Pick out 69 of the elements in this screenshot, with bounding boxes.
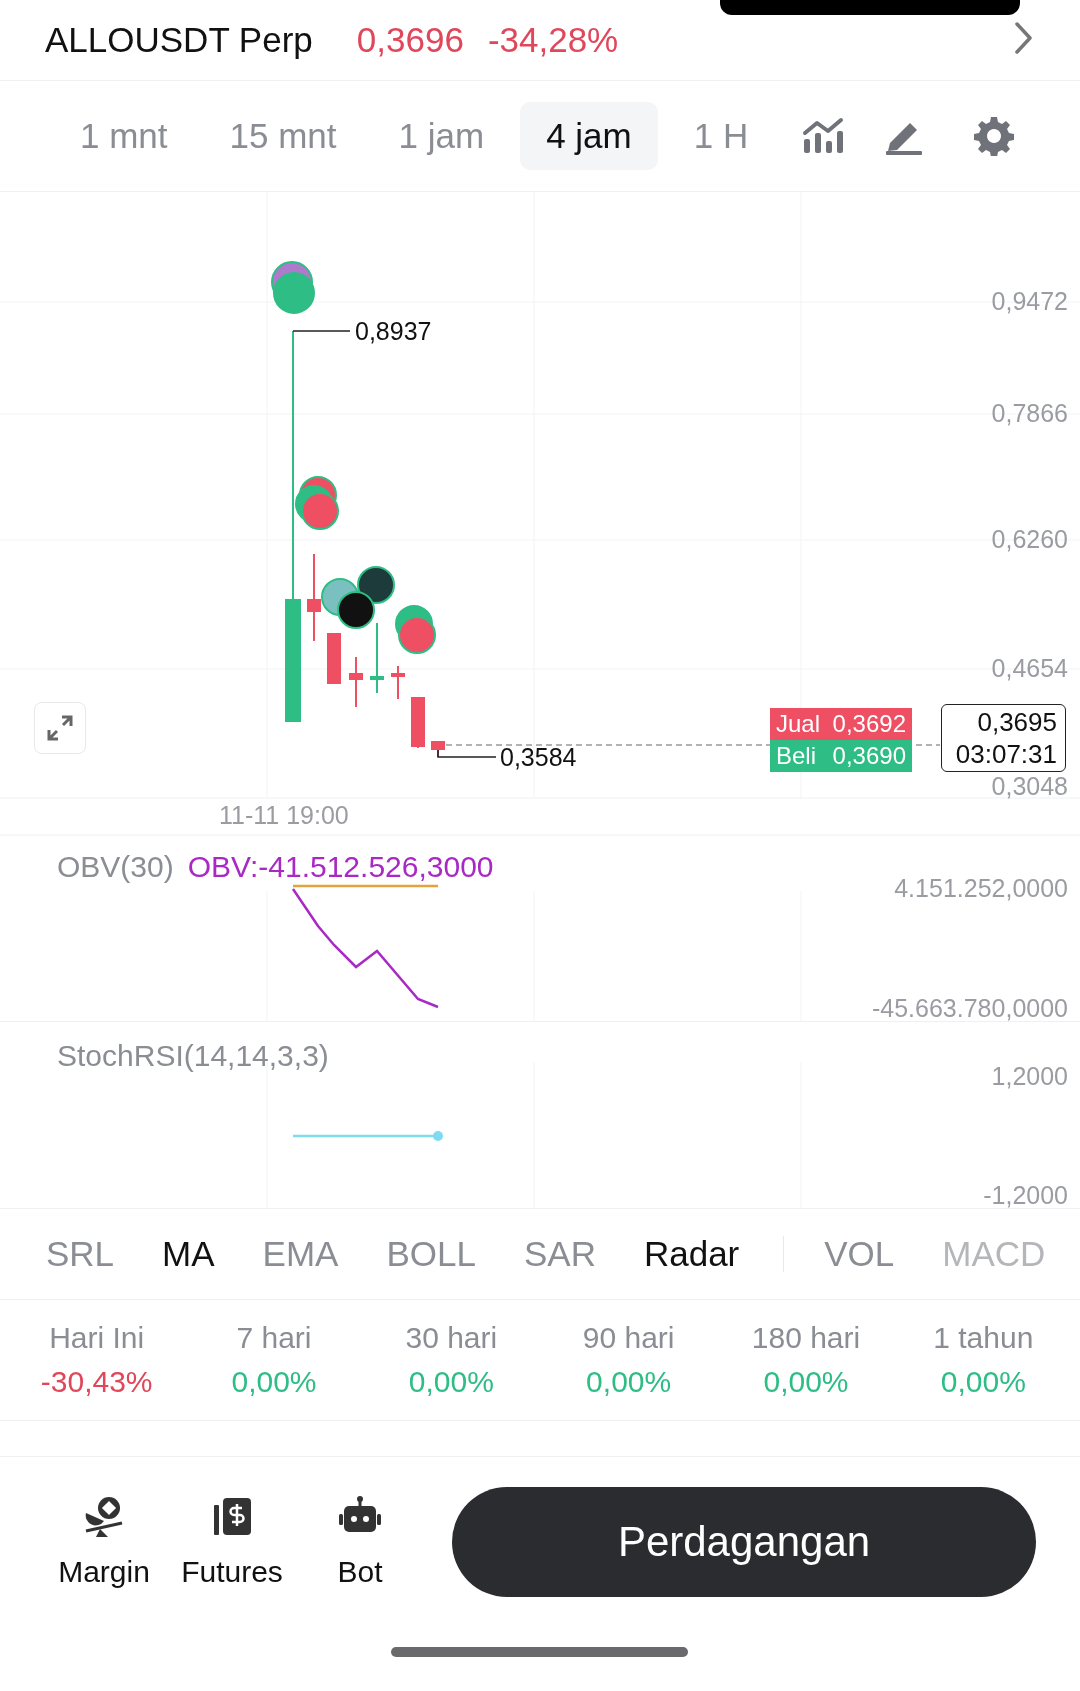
price-change: -34,28%: [487, 20, 619, 60]
candle: [327, 632, 341, 685]
nav-item[interactable]: Margin: [44, 1495, 164, 1589]
indicator-tab[interactable]: SAR: [505, 1234, 614, 1274]
candle: [411, 696, 425, 749]
current-price: 0,3695: [977, 706, 1057, 738]
period-label: Hari Ini: [49, 1321, 145, 1355]
expand-icon: [47, 715, 73, 741]
interval-tab[interactable]: 1 mnt: [54, 102, 194, 170]
period-label: 1 tahun: [933, 1321, 1034, 1355]
value-axis-label: 1,2000: [991, 1062, 1068, 1091]
period-change: -30,43%: [40, 1365, 153, 1399]
interval-tab[interactable]: 1 H: [667, 102, 775, 170]
nav-item[interactable]: Bot: [300, 1495, 420, 1589]
indicator-tab[interactable]: MACD: [924, 1234, 1064, 1274]
indicator-tab[interactable]: BOLL: [368, 1234, 494, 1274]
quote-value: 0,3692: [832, 710, 906, 738]
period-label: 7 hari: [236, 1321, 312, 1355]
value-axis-label: -45.663.780,0000: [872, 994, 1068, 1021]
leader-line: [437, 749, 497, 758]
value-axis-label: -1,2000: [983, 1181, 1068, 1208]
nav-label: Margin: [58, 1555, 150, 1589]
price-axis-label: 0,3048: [991, 774, 1068, 798]
leader-line: [292, 330, 351, 332]
indicator-value: OBV:-41.512.526,3000: [187, 850, 494, 884]
symbol-title: ALLOUSDT Perp: [45, 20, 313, 60]
period-change: 0,00%: [940, 1365, 1026, 1399]
indicator-tab[interactable]: EMA: [244, 1234, 357, 1274]
candle: [349, 656, 363, 708]
period-change: 0,00%: [763, 1365, 849, 1399]
chevron-right-icon[interactable]: [1013, 20, 1035, 56]
price-axis-label: 0,7866: [991, 401, 1068, 425]
avatar-group-icon[interactable]: [321, 566, 395, 629]
indicator-title: StochRSI(14,14,3,3): [57, 1039, 329, 1073]
price-axis-label: 0,6260: [991, 527, 1068, 551]
settings-icon[interactable]: [974, 116, 1015, 156]
period-change: 0,00%: [231, 1365, 317, 1399]
high-price-label: 0,8937: [355, 318, 432, 344]
interval-tab[interactable]: 1 jam: [372, 102, 511, 170]
indicator-tab[interactable]: MA: [144, 1234, 233, 1274]
time-axis-label: 11-11 19:00: [219, 801, 349, 830]
indicator-tab[interactable]: Radar: [625, 1234, 758, 1274]
interval-tab[interactable]: 15 mnt: [203, 102, 363, 170]
interval-tab[interactable]: 4 jam: [520, 102, 658, 170]
quote-value: 0,3690: [832, 742, 906, 770]
expand-button[interactable]: [34, 702, 86, 754]
nav-label: Bot: [337, 1555, 383, 1589]
period-label: 180 hari: [751, 1321, 861, 1355]
trade-button[interactable]: Perdagangan: [452, 1487, 1036, 1597]
price-axis-label: 0,9472: [991, 289, 1068, 313]
last-price: 0,3696: [356, 20, 464, 60]
quote-label: Beli: [776, 742, 817, 770]
indicator-tab[interactable]: SRL: [28, 1234, 133, 1274]
period-label: 30 hari: [405, 1321, 498, 1355]
candle-countdown: 03:07:31: [955, 738, 1057, 770]
indicator-chart-icon[interactable]: [802, 117, 845, 155]
nav-label: Futures: [181, 1555, 283, 1589]
candle: [370, 622, 384, 694]
period-change: 0,00%: [408, 1365, 494, 1399]
candle: [391, 665, 405, 700]
low-price-label: 0,3584: [500, 744, 577, 770]
price-axis-label: 0,4654: [991, 656, 1068, 680]
quote-label: Jual: [776, 710, 821, 738]
nav-item[interactable]: Futures: [172, 1495, 292, 1589]
indicator-title: OBV(30): [57, 850, 174, 884]
period-label: 90 hari: [582, 1321, 675, 1355]
period-change: 0,00%: [586, 1365, 672, 1399]
indicator-tab[interactable]: VOL: [806, 1234, 913, 1274]
value-axis-label: 4.151.252,0000: [894, 874, 1068, 903]
